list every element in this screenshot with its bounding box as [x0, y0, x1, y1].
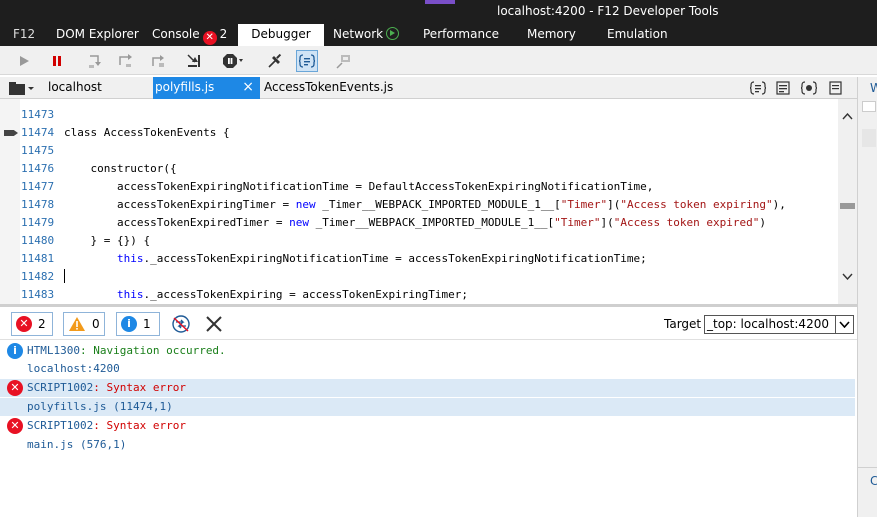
tool-tab-bar: F12 DOM Explorer Console ✕ 2 Debugger Netw…	[0, 24, 877, 46]
step-over-icon[interactable]	[114, 50, 136, 72]
tab-emulation[interactable]: Emulation	[607, 24, 668, 46]
console-source-link-row: main.js (576,1)	[0, 436, 855, 454]
pane-header	[862, 101, 876, 112]
source-link[interactable]: localhost:4200	[27, 360, 120, 378]
console-source-link-row: localhost:4200	[0, 360, 855, 378]
pane-scrollbar[interactable]	[862, 129, 876, 147]
window-title: localhost:4200 - F12 Developer Tools	[497, 4, 719, 18]
exceptions-icon[interactable]	[222, 50, 244, 72]
code-line: 11482	[21, 270, 55, 283]
warning-icon	[69, 317, 85, 331]
tab-memory[interactable]: Memory	[527, 24, 576, 46]
code-line: 11481 this._accessTokenExpiringNotificat…	[21, 252, 647, 265]
continue-icon[interactable]	[13, 50, 35, 72]
code-line: 11473	[21, 108, 55, 121]
warnings-count: 0	[92, 317, 100, 331]
text-caret	[64, 269, 65, 283]
error-icon: ✕	[202, 31, 217, 45]
title-accent-strip	[425, 0, 455, 4]
breakpoint-icon[interactable]	[332, 50, 354, 72]
tab-f12[interactable]: F12	[13, 24, 35, 46]
just-my-code-icon[interactable]	[800, 81, 818, 95]
info-count: 1	[143, 317, 151, 331]
warnings-filter-button[interactable]: 0	[63, 312, 105, 336]
clear-on-navigate-icon[interactable]	[170, 313, 192, 335]
word-wrap-icon[interactable]	[776, 81, 792, 95]
console-message: ✕ SCRIPT1002: Syntax error	[0, 417, 855, 435]
source-link[interactable]: main.js (576,1)	[27, 436, 126, 454]
file-tab-polyfills-label: polyfills.js	[155, 80, 215, 94]
right-side-pane: W C	[857, 77, 877, 517]
file-tab-bar: localhost polyfills.js × AccessTokenEvent…	[0, 77, 857, 99]
tab-debugger[interactable]: Debugger	[238, 24, 324, 46]
break-on-new-worker-icon[interactable]	[184, 50, 206, 72]
info-filter-button[interactable]: i 1	[116, 312, 160, 336]
console-toolbar: ✕ 2 0 i 1 Target _top: localhost:4200	[0, 307, 857, 340]
info-icon: i	[121, 316, 137, 332]
pane-divider	[858, 467, 877, 468]
code-line: 11475	[21, 144, 55, 157]
tab-console-label: Console	[152, 27, 200, 41]
code-line: 11474 class AccessTokenEvents {	[21, 126, 230, 139]
debugger-toolbar	[0, 46, 877, 75]
code-editor[interactable]: 11473 11474 class AccessTokenEvents { 114…	[0, 99, 857, 304]
folder-icon[interactable]	[9, 81, 35, 95]
target-select[interactable]: _top: localhost:4200	[704, 315, 854, 334]
console-message: i HTML1300: Navigation occurred.	[0, 342, 855, 360]
scroll-thumb[interactable]	[840, 203, 855, 209]
breakpoint-gutter[interactable]	[0, 99, 20, 304]
code-line: 11480 } = {}) {	[21, 234, 151, 247]
console-source-link-row: polyfills.js (11474,1)	[0, 398, 855, 416]
tab-network[interactable]: Network	[333, 24, 400, 46]
file-tab-accesstokenevents[interactable]: AccessTokenEvents.js	[262, 77, 393, 99]
code-line: 11477 accessTokenExpiringNotificationTim…	[21, 180, 654, 193]
editor-vertical-scrollbar[interactable]	[838, 99, 857, 304]
console-output[interactable]: i HTML1300: Navigation occurred. localho…	[0, 341, 857, 517]
step-into-icon[interactable]	[84, 50, 106, 72]
tab-network-label: Network	[333, 27, 384, 41]
format-icon[interactable]	[749, 81, 767, 95]
file-tab-localhost[interactable]: localhost	[46, 77, 150, 99]
scroll-down-icon[interactable]	[842, 269, 853, 283]
source-map-icon[interactable]	[829, 81, 843, 95]
pane-label-truncated: W	[870, 81, 877, 95]
errors-filter-button[interactable]: ✕ 2	[11, 312, 53, 336]
tab-console[interactable]: Console ✕ 2	[152, 24, 227, 46]
scroll-up-icon[interactable]	[842, 109, 853, 123]
step-out-icon[interactable]	[147, 50, 169, 72]
target-label: Target	[664, 317, 702, 331]
pane-label-truncated: C	[870, 474, 877, 488]
console-message: ✕ SCRIPT1002: Syntax error	[0, 379, 855, 397]
info-icon: i	[7, 343, 23, 359]
close-icon[interactable]: ×	[242, 77, 254, 98]
clipped-line	[21, 99, 621, 100]
disconnect-icon[interactable]	[264, 50, 286, 72]
title-bar: localhost:4200 - F12 Developer Tools	[0, 0, 877, 24]
code-line: 11476 constructor({	[21, 162, 177, 175]
break-icon[interactable]	[46, 50, 68, 72]
error-icon: ✕	[7, 380, 23, 396]
tab-performance[interactable]: Performance	[423, 24, 499, 46]
source-link[interactable]: polyfills.js (11474,1)	[27, 398, 173, 416]
console-error-count: 2	[219, 27, 228, 41]
error-icon: ✕	[16, 316, 32, 332]
code-line: 11479 accessTokenExpiredTimer = new _Tim…	[21, 216, 767, 229]
target-value: _top: localhost:4200	[707, 317, 829, 331]
code-line: 11483 this._accessTokenExpiring = access…	[21, 288, 468, 301]
errors-count: 2	[38, 317, 46, 331]
clear-console-icon[interactable]	[205, 315, 223, 333]
play-icon	[386, 27, 400, 40]
file-tab-polyfills[interactable]: polyfills.js ×	[153, 77, 260, 99]
chevron-down-icon	[835, 316, 853, 333]
tab-dom-explorer[interactable]: DOM Explorer	[56, 24, 139, 46]
pretty-print-icon[interactable]	[296, 50, 318, 72]
error-icon: ✕	[7, 418, 23, 434]
code-line: 11478 accessTokenExpiringTimer = new _Ti…	[21, 198, 786, 211]
